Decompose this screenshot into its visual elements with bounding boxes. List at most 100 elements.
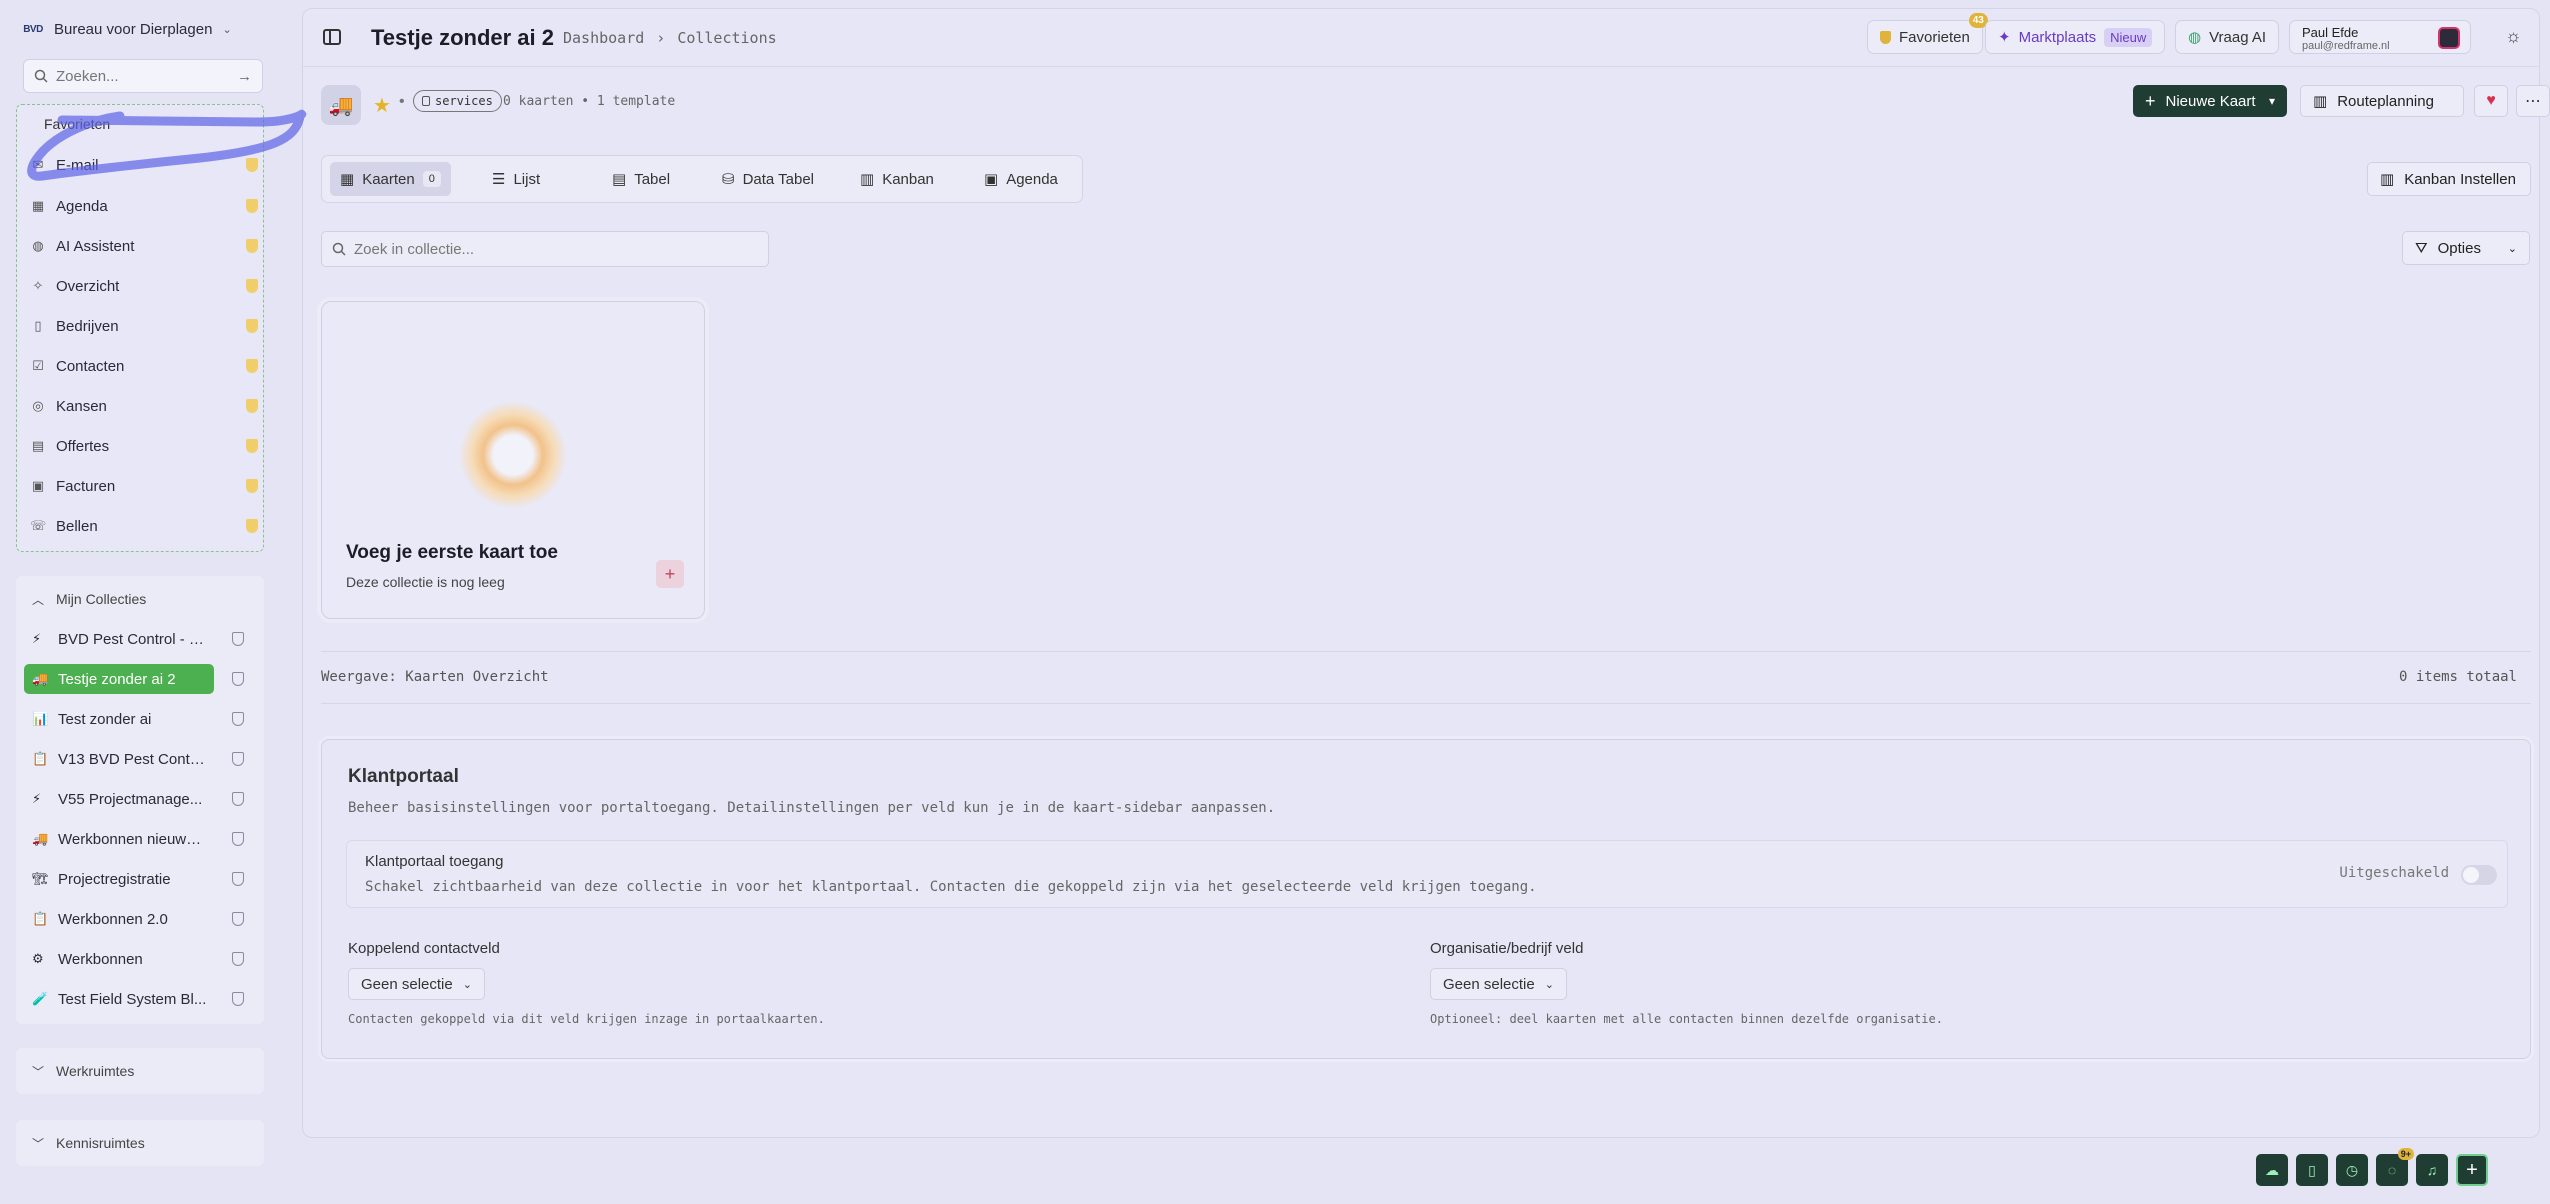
topbar: Testje zonder ai 2 Dashboard › Collectio… — [303, 9, 2539, 67]
clock-icon[interactable]: ◷ — [2336, 1154, 2368, 1186]
calendar-icon: ▣ — [984, 171, 999, 188]
options-button[interactable]: ⛛ Opties ⌄ — [2402, 231, 2530, 265]
user-menu[interactable]: Paul Efde paul@redframe.nl — [2289, 20, 2471, 54]
favorite-shield-icon — [246, 158, 258, 172]
favorites-button[interactable]: Favorieten 43 — [1867, 13, 1988, 54]
org-field-value: Geen selectie — [1443, 975, 1535, 993]
favorite-bedrijven[interactable]: ▯ Bedrijven — [30, 311, 258, 341]
tab-lijst[interactable]: ☰ Lijst — [482, 162, 550, 196]
collections-header[interactable]: ︿ Mijn Collecties — [16, 576, 264, 622]
chevron-down-icon: ⌄ — [2507, 242, 2517, 255]
chevron-down-icon: ⌄ — [222, 23, 232, 36]
breadcrumb-collections[interactable]: Collections — [677, 29, 776, 47]
star-icon[interactable]: ★ — [373, 93, 391, 118]
favorite-label: Bedrijven — [56, 317, 119, 335]
collection-tag[interactable]: services — [413, 90, 502, 112]
new-badge: Nieuw — [2104, 27, 2153, 47]
collection-item[interactable]: ⚡ BVD Pest Control - Ui... — [24, 624, 256, 654]
tab-kaarten[interactable]: ▦ Kaarten 0 — [330, 162, 451, 196]
add-card-button[interactable]: + — [656, 560, 684, 588]
floating-toolbar: ☁ ▯ ◷ ◌ 9+ ♫ + — [2256, 1148, 2488, 1186]
kanban-icon: ▥ — [2380, 171, 2395, 188]
chevron-down-icon: ﹀ — [32, 1136, 45, 1151]
ask-ai-button[interactable]: ◍ Vraag AI — [2175, 20, 2280, 54]
tab-agenda[interactable]: ▣ Agenda — [974, 162, 1068, 196]
cloud-sync-icon[interactable]: ☁ — [2256, 1154, 2288, 1186]
empty-card-illustration — [460, 402, 566, 508]
plus-icon: + — [2145, 90, 2156, 111]
knowledge-panel[interactable]: ﹀ Kennisruimtes — [16, 1120, 264, 1166]
contact-field-select[interactable]: Geen selectie ⌄ — [348, 968, 485, 1000]
collection-label: V55 Projectmanage... — [58, 790, 203, 808]
search-icon — [332, 242, 346, 256]
favorite-shield-icon — [246, 519, 258, 533]
avatar — [2438, 27, 2460, 49]
knowledge-header: ﹀ Kennisruimtes — [16, 1120, 264, 1166]
collection-item[interactable]: 📊 Test zonder ai — [24, 704, 256, 734]
empty-card[interactable]: Voeg je eerste kaart toe Deze collectie … — [321, 301, 705, 619]
shield-icon — [232, 792, 244, 806]
org-field-label: Organisatie/bedrijf veld — [1430, 940, 1584, 957]
favorite-overzicht[interactable]: ✧ Overzicht — [30, 271, 258, 301]
collection-item[interactable]: ⚡ V55 Projectmanage... — [24, 784, 256, 814]
tab-tabel[interactable]: ▤ Tabel — [602, 162, 680, 196]
favorite-shield-icon — [246, 239, 258, 253]
collection-emoji-icon: ⚡ — [32, 791, 42, 806]
collection-item[interactable]: 🧪 Test Field System Bl... — [24, 984, 256, 1014]
items-total: 0 items totaal — [2398, 669, 2517, 685]
contact-icon: ☑ — [32, 358, 44, 373]
collection-item-active[interactable]: 🚚 Testje zonder ai 2 — [24, 664, 214, 694]
breadcrumb-dashboard[interactable]: Dashboard — [563, 29, 644, 47]
marketplace-button[interactable]: ✦ Marktplaats Nieuw — [1985, 20, 2166, 54]
sidebar-toggle-icon[interactable] — [323, 29, 341, 45]
favorite-contacten[interactable]: ☑ Contacten — [30, 351, 258, 381]
collection-emoji-icon: ⚡ — [32, 631, 42, 646]
more-options-icon[interactable]: ⋯ — [2516, 85, 2550, 117]
collection-emoji-icon: 📋 — [32, 751, 49, 766]
favorites-label: Favorieten — [1899, 28, 1970, 46]
workspaces-panel[interactable]: ﹀ Werkruimtes — [16, 1048, 264, 1094]
theme-toggle-icon[interactable]: ☼ — [2505, 26, 2522, 47]
favorite-ai-assistent[interactable]: ◍ AI Assistent — [30, 231, 258, 261]
collection-item[interactable]: 📋 Werkbonnen 2.0 — [24, 904, 256, 934]
favorite-offertes[interactable]: ▤ Offertes — [30, 431, 258, 461]
target-icon: ◎ — [32, 398, 44, 413]
chat-icon[interactable]: ◌ 9+ — [2376, 1148, 2414, 1186]
tab-label: Kanban — [882, 170, 934, 188]
collection-meta: 0 kaarten • 1 template — [503, 94, 676, 109]
collection-search-input[interactable]: Zoek in collectie... — [321, 231, 769, 267]
portal-access-toggle[interactable] — [2461, 865, 2497, 885]
collection-label: Projectregistratie — [58, 870, 171, 888]
access-description: Schakel zichtbaarheid van deze collectie… — [365, 879, 1537, 895]
new-card-button[interactable]: + Nieuwe Kaart ▾ — [2133, 85, 2287, 117]
favorite-facturen[interactable]: ▣ Facturen — [30, 471, 258, 501]
document-icon[interactable]: ▯ — [2296, 1154, 2328, 1186]
collection-item[interactable]: 🏗 Projectregistratie — [24, 864, 256, 894]
knowledge-title: Kennisruimtes — [56, 1135, 145, 1151]
heart-icon[interactable]: ♥ — [2474, 85, 2508, 117]
portal-title: Klantportaal — [348, 766, 459, 787]
tab-data-tabel[interactable]: ⛁ Data Tabel — [712, 162, 824, 196]
org-switcher[interactable]: BVD Bureau voor Dierplagen ⌄ — [22, 16, 232, 42]
sidebar-search[interactable]: Zoeken... → — [23, 59, 263, 93]
collection-item[interactable]: 📋 V13 BVD Pest Control... — [24, 744, 256, 774]
favorite-kansen[interactable]: ◎ Kansen — [30, 391, 258, 421]
favorite-agenda[interactable]: ▦ Agenda — [30, 191, 258, 221]
favorite-email[interactable]: ✉ E-mail — [30, 150, 258, 180]
tab-kanban[interactable]: ▥ Kanban — [850, 162, 944, 196]
music-icon[interactable]: ♫ — [2416, 1154, 2448, 1186]
collection-icon[interactable]: 🚚 — [321, 85, 361, 125]
collection-label: BVD Pest Control - Ui... — [58, 630, 208, 648]
tag-label: services — [435, 94, 493, 108]
add-icon[interactable]: + — [2456, 1154, 2488, 1186]
chevron-down-icon[interactable]: ▾ — [2269, 94, 2275, 108]
map-icon: ▥ — [2313, 93, 2328, 110]
contact-field-label: Koppelend contactveld — [348, 940, 500, 957]
kanban-settings-button[interactable]: ▥ Kanban Instellen — [2367, 162, 2531, 196]
org-field-select[interactable]: Geen selectie ⌄ — [1430, 968, 1567, 1000]
collection-item[interactable]: 🚚 Werkbonnen nieuwe ... — [24, 824, 256, 854]
route-planning-button[interactable]: ▥ Routeplanning — [2300, 85, 2464, 117]
favorite-bellen[interactable]: ☏ Bellen — [30, 511, 258, 541]
favorite-shield-icon — [246, 439, 258, 453]
collection-item[interactable]: ⚙ Werkbonnen — [24, 944, 256, 974]
